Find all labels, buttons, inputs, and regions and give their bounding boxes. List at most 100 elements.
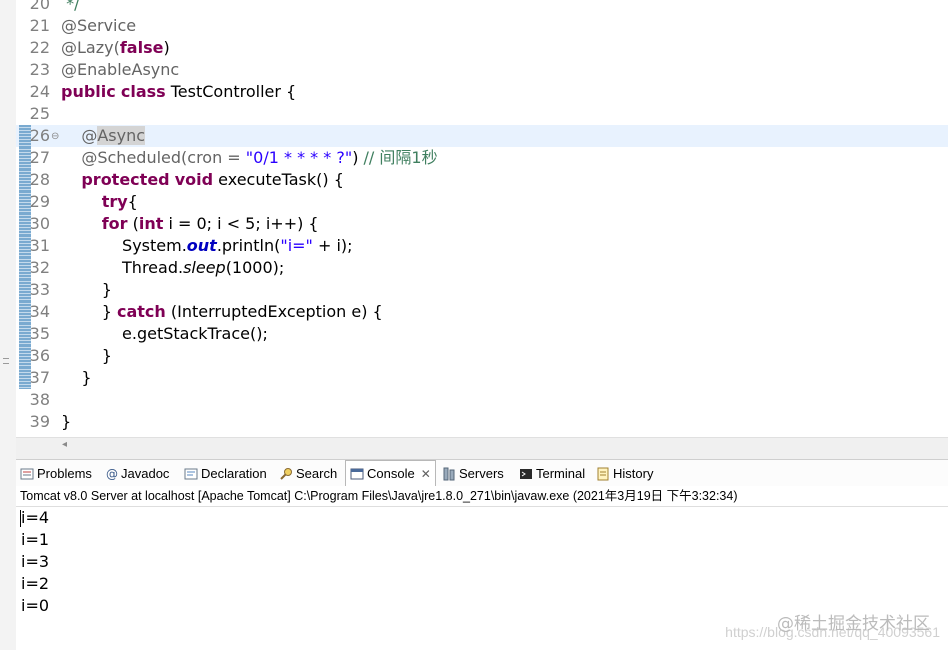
- tab-servers[interactable]: Servers: [442, 461, 504, 485]
- code-line[interactable]: 27 @Scheduled(cron = "0/1 * * * * ?") //…: [16, 147, 948, 169]
- scroll-left-icon[interactable]: ◂: [62, 437, 67, 453]
- code-token: }: [61, 302, 117, 321]
- code-token: for: [101, 214, 128, 233]
- code-line[interactable]: 32 Thread.sleep(1000);: [16, 257, 948, 279]
- console-output-line: i=0: [21, 596, 50, 615]
- tab-problems[interactable]: Problems: [20, 461, 92, 485]
- code-text: }: [61, 279, 112, 301]
- horizontal-scrollbar[interactable]: ◂: [16, 437, 948, 453]
- tab-history[interactable]: History: [596, 461, 653, 485]
- tab-label: Servers: [459, 466, 504, 481]
- gutter-marker: [3, 358, 9, 364]
- line-number: 23: [29, 60, 50, 79]
- code-line[interactable]: 37 }: [16, 367, 948, 389]
- line-number: 33: [29, 280, 50, 299]
- code-line[interactable]: 35 e.getStackTrace();: [16, 323, 948, 345]
- code-line[interactable]: 33 }: [16, 279, 948, 301]
- code-text: public class TestController {: [61, 81, 296, 103]
- fold-toggle-icon[interactable]: ⊖: [51, 126, 59, 148]
- code-token: i = 0; i < 5; i++) {: [163, 214, 319, 233]
- code-token: protected: [81, 170, 170, 189]
- code-token: @: [61, 126, 98, 145]
- code-line[interactable]: 26 ⊖ @Async: [16, 125, 948, 147]
- code-token: catch: [116, 302, 166, 321]
- code-line[interactable]: 31 System.out.println("i=" + i);: [16, 235, 948, 257]
- console-output-line: i=3: [21, 552, 50, 571]
- line-number: 38: [29, 390, 50, 409]
- line-number: 34: [29, 302, 50, 321]
- tab-console[interactable]: Console ✕: [345, 460, 436, 487]
- code-editor[interactable]: 20 */21 @Service 22 @Lazy(false) 23 @EnableAs…: [16, 0, 948, 437]
- code-line[interactable]: 20 */: [16, 0, 948, 15]
- code-token: @Scheduled(cron =: [61, 148, 246, 167]
- console-output-line: i=1: [21, 530, 50, 549]
- code-text: System.out.println("i=" + i);: [61, 235, 353, 257]
- text-caret: [20, 510, 21, 527]
- line-number: 39: [29, 412, 50, 431]
- code-line[interactable]: 28 protected void executeTask() {: [16, 169, 948, 191]
- line-number: 30: [29, 214, 50, 233]
- line-number: 25: [29, 104, 50, 123]
- code-token: .println(: [216, 236, 281, 255]
- tab-label: History: [613, 466, 654, 481]
- code-text: @Async: [61, 125, 146, 147]
- code-line[interactable]: 23 @EnableAsync: [16, 59, 948, 81]
- code-token: public: [61, 82, 116, 101]
- code-token: Async: [97, 126, 146, 145]
- code-token: }: [61, 412, 72, 431]
- code-line[interactable]: 30 for (int i = 0; i < 5; i++) {: [16, 213, 948, 235]
- javadoc-icon: @: [106, 466, 121, 481]
- close-icon[interactable]: ✕: [421, 467, 431, 481]
- declaration-icon: [184, 466, 201, 481]
- code-line[interactable]: 39}: [16, 411, 948, 433]
- code-token: class: [120, 82, 166, 101]
- code-token: false: [119, 38, 164, 57]
- code-text: @Scheduled(cron = "0/1 * * * * ?") // 间隔…: [61, 147, 438, 169]
- code-line[interactable]: 21 @Service: [16, 15, 948, 37]
- console-icon: [350, 466, 367, 481]
- console-process-label: Tomcat v8.0 Server at localhost [Apache …: [20, 489, 738, 503]
- code-token: TestController {: [165, 82, 297, 101]
- console-output-line: i=2: [21, 574, 50, 593]
- code-text: for (int i = 0; i < 5; i++) {: [61, 213, 319, 235]
- code-text: @Service: [61, 15, 136, 37]
- code-token: System.: [61, 236, 187, 255]
- code-token: "i=": [280, 236, 313, 255]
- line-number: 29: [29, 192, 50, 211]
- code-token: "0/1 * * * * ?": [245, 148, 353, 167]
- line-number: 31: [29, 236, 50, 255]
- code-text: }: [61, 345, 112, 367]
- code-line[interactable]: 36 }: [16, 345, 948, 367]
- watermark-name: @稀土掘金技术社区: [777, 614, 930, 634]
- code-line[interactable]: 34 } catch (InterruptedException e) {: [16, 301, 948, 323]
- panel-divider[interactable]: [16, 452, 948, 459]
- code-token: // 间隔1秒: [363, 148, 438, 167]
- code-text: try{: [61, 191, 138, 213]
- line-number: 21: [29, 16, 50, 35]
- code-line[interactable]: 38: [16, 389, 948, 411]
- tab-search[interactable]: Search: [279, 461, 337, 485]
- code-token: (: [127, 214, 139, 233]
- svg-text:@: @: [106, 467, 118, 481]
- line-number: 28: [29, 170, 50, 189]
- code-text: @EnableAsync: [61, 59, 179, 81]
- code-text: @Lazy(false): [61, 37, 170, 59]
- servers-icon: [442, 466, 459, 481]
- code-text: }: [61, 367, 91, 389]
- view-tab-bar: Problems @ Javadoc Declaration Search Console…: [16, 459, 948, 487]
- tab-declaration[interactable]: Declaration: [184, 461, 267, 485]
- history-icon: [596, 466, 613, 481]
- line-number: 36: [29, 346, 50, 365]
- code-token: int: [138, 214, 164, 233]
- tab-terminal[interactable]: Terminal: [519, 461, 585, 485]
- code-line[interactable]: 25: [16, 103, 948, 125]
- code-line[interactable]: 22 @Lazy(false): [16, 37, 948, 59]
- code-token: */: [61, 0, 80, 13]
- console-output-line: i=4: [21, 508, 50, 527]
- code-line[interactable]: 24 public class TestController {: [16, 81, 948, 103]
- code-token: {: [127, 192, 138, 211]
- tab-javadoc[interactable]: @ Javadoc: [106, 461, 169, 485]
- code-line[interactable]: 29 try{: [16, 191, 948, 213]
